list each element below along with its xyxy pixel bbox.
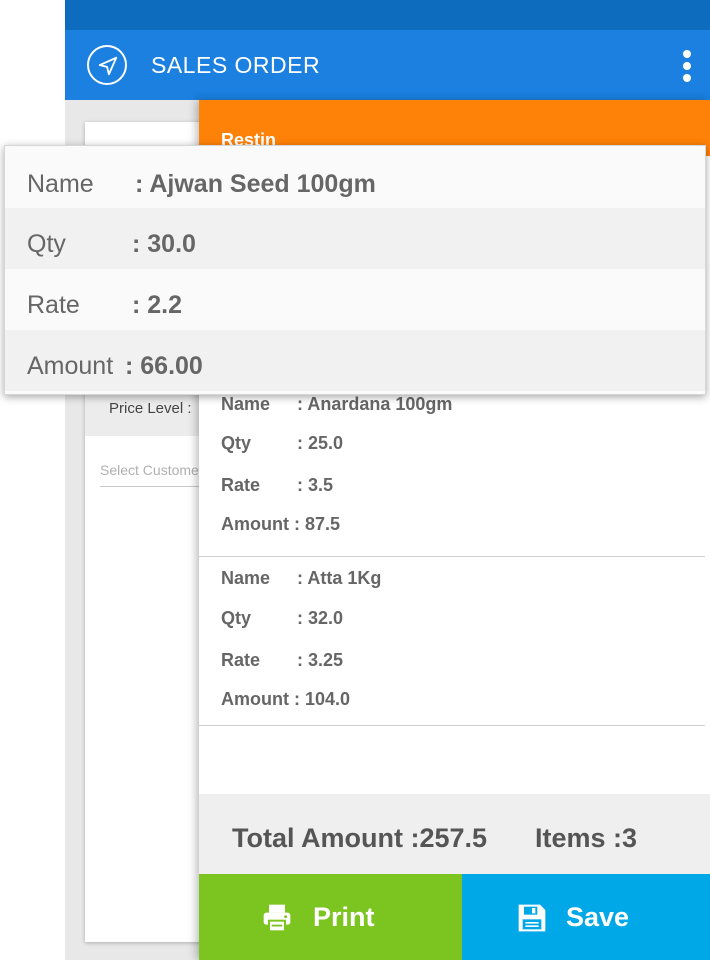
status-bar: [65, 0, 710, 30]
item-amount-row: Amount : 87.5: [221, 514, 340, 535]
item-rate: : 3.25: [297, 650, 344, 670]
item-rate: : 3.5: [297, 475, 334, 495]
item-qty: : 32.0: [297, 608, 344, 628]
popup-qty-value: : 30.0: [132, 230, 196, 258]
print-label: Print: [313, 902, 375, 932]
popup-name-label: Name: [27, 170, 94, 198]
item-name-row: Name : Anardana 100gm: [221, 394, 452, 415]
navigation-arrow-icon[interactable]: [87, 45, 127, 85]
item-rate-row: Rate : 3.25: [221, 650, 343, 671]
item-name: : Atta 1Kg: [297, 568, 382, 588]
popup-name-row: Name : Ajwan Seed 100gm: [5, 148, 705, 209]
name-label: Name: [221, 394, 271, 414]
rate-label: Rate: [221, 650, 261, 670]
floppy-disk-icon: [516, 902, 548, 941]
name-label: Name: [221, 568, 271, 588]
save-button[interactable]: Save: [462, 874, 710, 960]
qty-label: Qty: [221, 608, 252, 628]
popup-qty-row: Qty : 30.0: [5, 208, 705, 269]
item-name: : Anardana 100gm: [297, 394, 453, 414]
popup-amount-row: Amount : 66.00: [5, 330, 705, 391]
popup-rate-label: Rate: [27, 291, 80, 319]
popup-amount-value: : 66.00: [125, 352, 203, 380]
item-amount: : 104.0: [294, 689, 351, 709]
popup-qty-label: Qty: [27, 230, 66, 258]
qty-label: Qty: [221, 433, 252, 453]
list-item[interactable]: Name : Atta 1Kg Qty : 32.0 Rate : 3.25 Amou…: [199, 557, 705, 726]
item-rate-row: Rate : 3.5: [221, 475, 333, 496]
rate-label: Rate: [221, 475, 261, 495]
popup-rate-value: : 2.2: [132, 291, 183, 319]
price-level-label: Price Level :: [109, 400, 192, 417]
print-button[interactable]: Print: [199, 874, 462, 960]
total-bar: Total Amount :257.5 Items :3: [199, 794, 710, 874]
amount-label: Amount: [221, 689, 289, 709]
more-vertical-icon[interactable]: [682, 50, 692, 82]
popup-amount-label: Amount: [27, 352, 114, 380]
item-qty: : 25.0: [297, 433, 344, 453]
item-amount-row: Amount : 104.0: [221, 689, 350, 710]
popup-name-value: : Ajwan Seed 100gm: [135, 170, 376, 198]
printer-icon: [261, 902, 293, 941]
item-amount: : 87.5: [294, 514, 341, 534]
item-qty-row: Qty : 32.0: [221, 608, 343, 629]
items-count: Items :3: [535, 823, 638, 853]
app-title: SALES ORDER: [151, 52, 321, 78]
item-name-row: Name : Atta 1Kg: [221, 568, 381, 589]
app-bar: SALES ORDER: [65, 30, 710, 100]
save-label: Save: [566, 902, 630, 932]
app-shell: SALES ORDER Price Level : Select Custome…: [65, 0, 710, 960]
item-qty-row: Qty : 25.0: [221, 433, 343, 454]
amount-label: Amount: [221, 514, 289, 534]
item-detail-popup: Name : Ajwan Seed 100gm Qty : 30.0 Rate …: [4, 145, 706, 395]
popup-rate-row: Rate : 2.2: [5, 269, 705, 330]
total-amount: Total Amount :257.5: [232, 823, 488, 853]
list-item[interactable]: Name : Anardana 100gm Qty : 25.0 Rate : 3.5…: [199, 380, 705, 557]
